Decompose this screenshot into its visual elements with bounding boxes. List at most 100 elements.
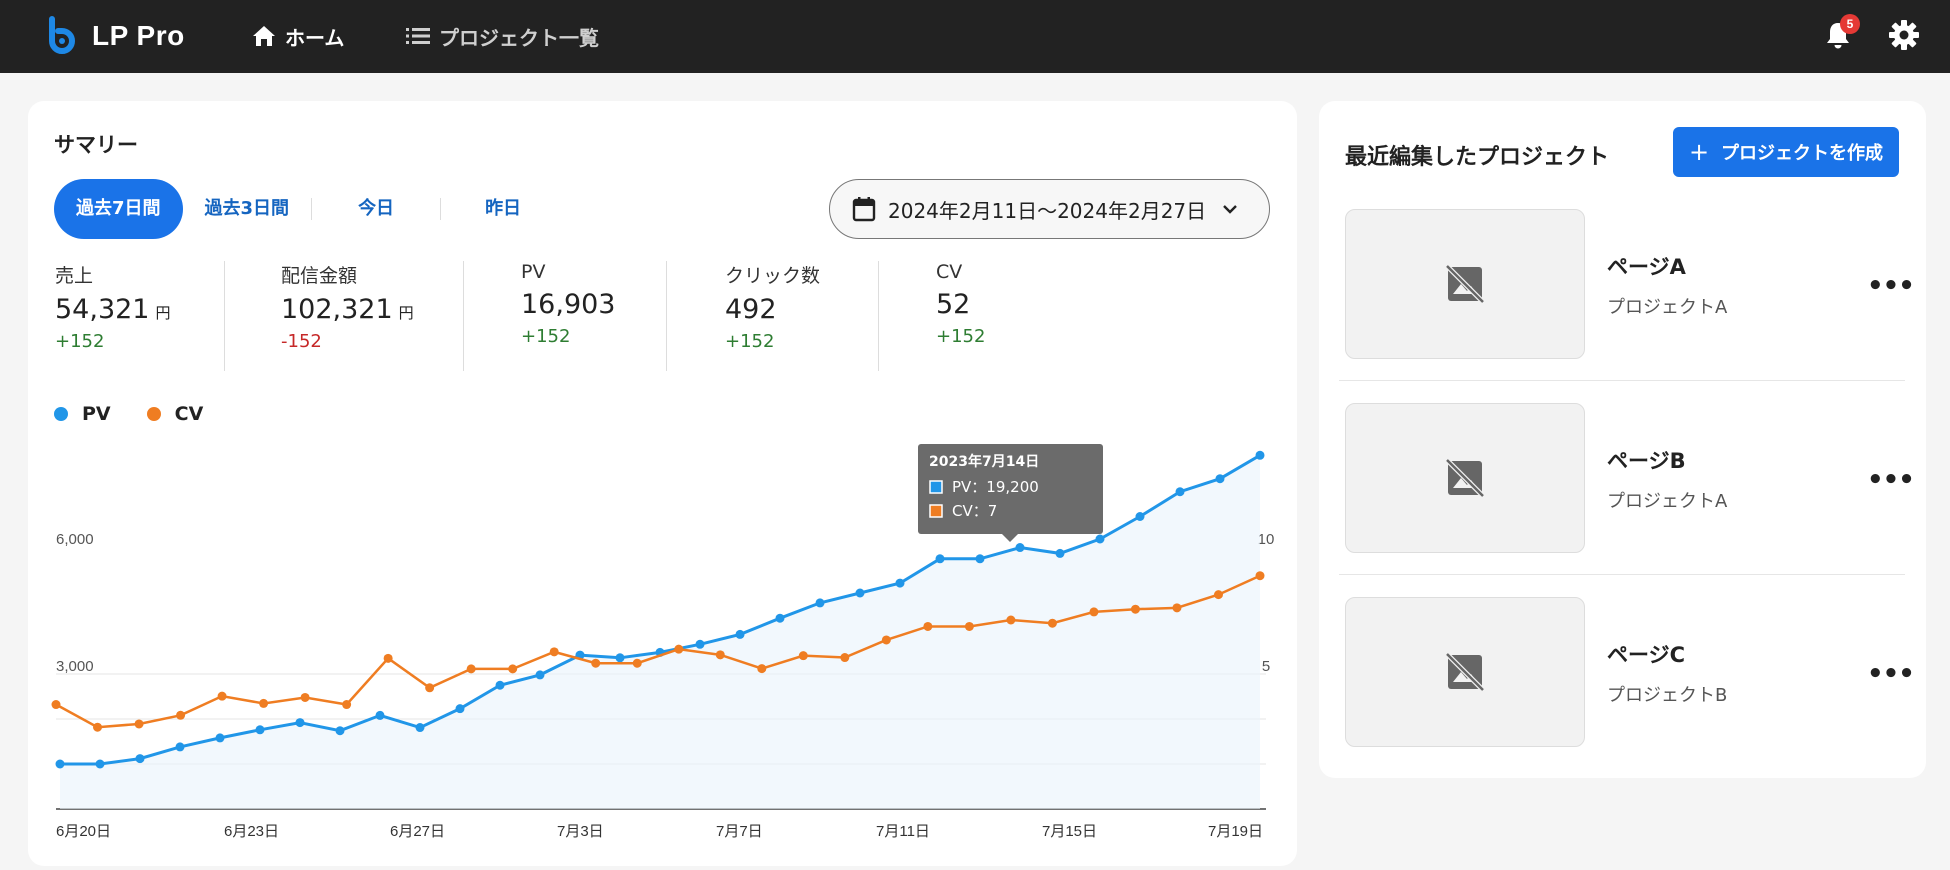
cv-point (300, 692, 310, 702)
tab-last-7-days[interactable]: 過去7日間 (54, 179, 183, 239)
kpi-clicks: クリック数 492 +152 (725, 261, 820, 371)
notification-badge: 5 (1840, 14, 1860, 34)
divider (1339, 574, 1905, 575)
date-range-picker[interactable]: 2024年2月11日〜2024年2月27日 (829, 179, 1270, 239)
project-page-name: ページC (1607, 643, 1685, 667)
range-tabs: 過去7日間 過去3日間 今日 昨日 (54, 179, 565, 239)
kpi-delta: +152 (521, 326, 571, 347)
settings-button[interactable] (1888, 19, 1920, 51)
pv-point (1175, 487, 1185, 497)
project-page-name: ページA (1607, 255, 1686, 279)
cv-point (508, 664, 518, 674)
logo-text: LP Pro (92, 20, 185, 51)
kpi-unit: 円 (155, 304, 171, 322)
create-project-button[interactable]: + プロジェクトを作成 (1673, 127, 1899, 177)
recent-projects-title: 最近編集したプロジェクト (1345, 145, 1610, 170)
tab-yesterday[interactable]: 昨日 (441, 179, 565, 239)
recent-projects-card: 最近編集したプロジェクト + プロジェクトを作成 ページA プロジェクトA ••… (1319, 101, 1926, 778)
kpi-sales: 売上 54,321 円 +152 (55, 261, 171, 371)
pv-point (1015, 543, 1025, 553)
more-options-icon[interactable]: ••• (1867, 659, 1915, 689)
nav-project-list[interactable]: プロジェクト一覧 (405, 20, 599, 52)
kpi-delta: +152 (936, 326, 986, 347)
nav-home-label: ホーム (285, 25, 345, 50)
pv-point (1095, 534, 1105, 544)
plus-icon: + (1688, 138, 1710, 166)
legend-item-cv[interactable]: CV (146, 403, 203, 425)
cv-point (964, 621, 974, 631)
legend-item-pv[interactable]: PV (54, 403, 111, 425)
pv-point (215, 733, 225, 743)
x-tick-label: 6月23日 (224, 823, 279, 840)
cv-point (93, 722, 103, 732)
pv-point (375, 710, 385, 720)
cv-point (1130, 604, 1140, 614)
pv-point (1055, 548, 1065, 558)
y-right-tick-label: 5 (1262, 658, 1270, 675)
cv-point (1213, 590, 1223, 600)
kpi-label: クリック数 (725, 265, 821, 287)
y-left-tick-label: 3,000 (56, 658, 94, 675)
notifications-button[interactable]: 5 (1824, 14, 1860, 52)
project-row[interactable]: ページA プロジェクトA ••• (1319, 209, 1926, 403)
summary-title: サマリー (54, 133, 138, 157)
pv-point (695, 639, 705, 649)
legend-dot-cv (146, 407, 161, 421)
kpi-value-number: 16,903 (521, 289, 616, 320)
pv-point (1135, 512, 1145, 521)
cv-point (217, 691, 227, 701)
kpi-divider (666, 261, 667, 371)
pv-point (335, 726, 345, 736)
cv-point (1006, 615, 1016, 625)
project-row[interactable]: ページB プロジェクトA ••• (1319, 403, 1926, 597)
pv-point (1255, 450, 1265, 460)
project-row[interactable]: ページC プロジェクトB ••• (1319, 597, 1926, 791)
create-project-label: プロジェクトを作成 (1721, 143, 1884, 164)
more-options-icon[interactable]: ••• (1867, 465, 1915, 495)
cv-point (632, 658, 642, 668)
kpi-delta: +152 (55, 331, 105, 352)
pv-point (855, 588, 865, 598)
project-name: プロジェクトB (1607, 685, 1728, 706)
tab-today[interactable]: 今日 (312, 179, 440, 239)
kpi-label: PV (521, 261, 546, 283)
pv-point (135, 754, 145, 764)
legend-dot-pv (54, 407, 68, 421)
cv-point (798, 651, 808, 661)
cv-point (1089, 607, 1099, 617)
nav-home[interactable]: ホーム (251, 20, 344, 52)
project-thumbnail (1345, 403, 1585, 553)
logo-icon (49, 16, 75, 54)
pv-point (815, 598, 825, 608)
x-tick-label: 7月3日 (557, 823, 604, 840)
logo[interactable]: LP Pro (44, 15, 185, 57)
chart-legend: PV CV (54, 403, 239, 425)
project-name: プロジェクトA (1607, 297, 1728, 318)
pv-point (1215, 474, 1225, 484)
kpi-value: 54,321 円 (55, 294, 171, 325)
no-image-icon (1445, 458, 1485, 498)
cv-point (923, 621, 933, 631)
cv-point (1172, 603, 1182, 613)
tooltip-title: 2023年7月14日 (929, 453, 1039, 470)
tooltip-cv-swatch (929, 504, 943, 518)
tab-last-3-days[interactable]: 過去3日間 (183, 179, 312, 239)
cv-point (591, 658, 601, 668)
kpi-value: 492 (725, 294, 820, 325)
kpi-cv: CV 52 +152 (936, 261, 985, 371)
cv-point (549, 647, 559, 657)
list-icon (405, 25, 431, 47)
pv-point (895, 578, 905, 588)
tooltip-pv: PV：19,200 (952, 478, 1039, 496)
cv-point (674, 644, 684, 654)
home-icon (251, 24, 277, 48)
y-left-tick-label: 6,000 (56, 531, 94, 548)
pv-point (55, 759, 65, 769)
kpi-divider (224, 261, 225, 371)
pv-point (455, 704, 465, 714)
kpi-delta: +152 (725, 331, 775, 352)
cv-point (1047, 618, 1057, 628)
more-options-icon[interactable]: ••• (1867, 271, 1915, 301)
kpi-value-number: 52 (936, 289, 971, 320)
cv-point (342, 700, 352, 710)
